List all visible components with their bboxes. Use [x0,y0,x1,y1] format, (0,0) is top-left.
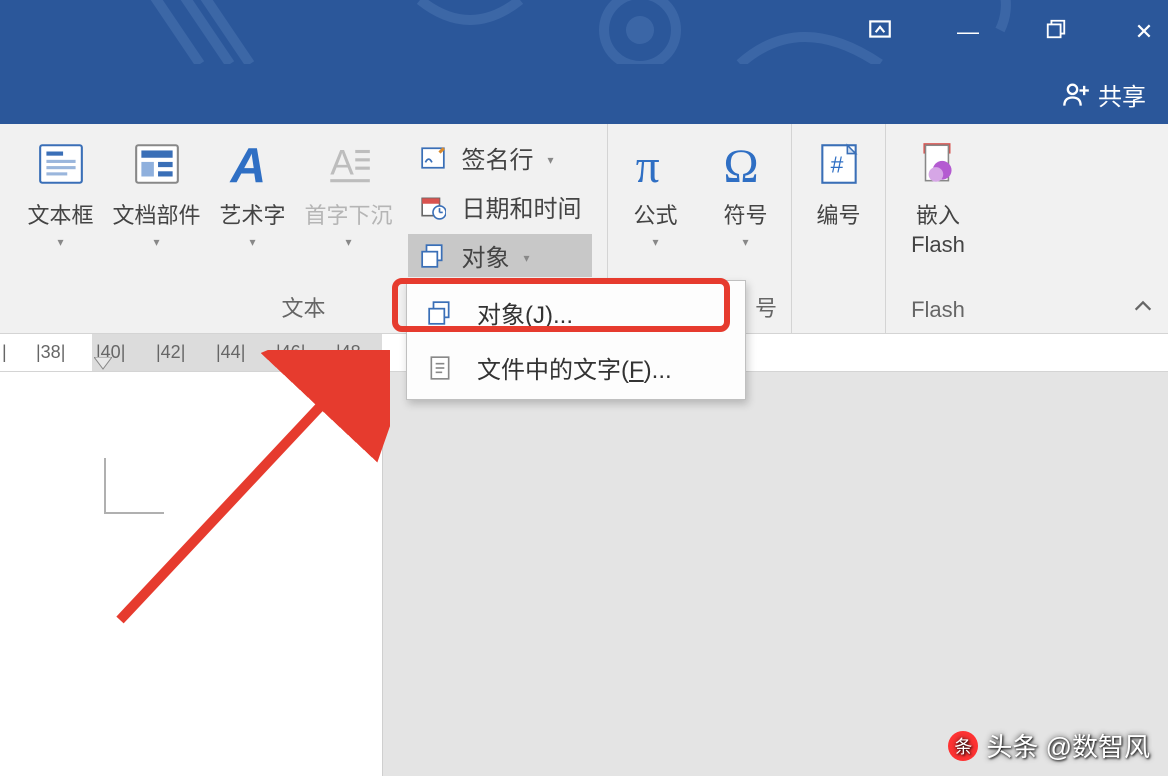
text-group-buttons: 文本框 ▾ 文档部件 ▾ A 艺术字 ▾ A [16,130,592,277]
ribbon-group-number: # 编号 [792,124,886,333]
dropcap-icon: A [321,136,377,192]
ruler-tick: |42| [156,342,216,363]
signature-icon [418,143,448,173]
menu-item-textfromfile-label: 文件中的文字(F)... [477,350,672,385]
svg-text:A: A [228,138,266,191]
flash-group-label: Flash [886,297,990,323]
signature-label: 签名行 [462,140,534,175]
svg-text:Ω: Ω [723,141,758,191]
share-icon [1062,80,1090,108]
number-icon: # [811,136,867,192]
ruler-tick: |38| [36,342,96,363]
object-icon [425,298,455,328]
menu-item-text-from-file[interactable]: 文件中的文字(F)... [407,340,745,395]
svg-text:#: # [830,151,843,177]
number-button[interactable]: # 编号 [799,130,879,231]
dropcap-button[interactable]: A 首字下沉 ▾ [304,130,394,277]
ribbon-display-options-button[interactable] [862,16,898,48]
svg-text:π: π [635,141,659,191]
dropdown-arrow-icon: ▾ [153,235,159,249]
minimize-button[interactable]: — [950,19,986,45]
number-label: 编号 [816,202,860,231]
flash-icon [910,136,966,192]
document-background [382,372,1168,776]
signature-line-button[interactable]: 签名行 ▾ [408,136,592,179]
chevron-up-icon [1132,295,1154,317]
dropdown-arrow-icon: ▾ [345,235,351,249]
dropdown-arrow-icon: ▾ [742,235,748,249]
equation-label: 公式 [633,202,677,231]
menu-item-object[interactable]: 对象(J)... [407,285,745,340]
dropdown-arrow-icon: ▾ [249,235,255,249]
object-label: 对象 [462,238,510,273]
text-from-file-icon [425,353,455,383]
workspace [0,372,1168,776]
datetime-button[interactable]: 日期和时间 [408,185,592,228]
quickparts-label: 文档部件 [112,202,200,231]
quickparts-icon [129,136,185,192]
title-bar: — ✕ [0,0,1168,64]
window-controls: — ✕ [862,0,1162,64]
share-bar: 共享 [0,64,1168,124]
datetime-icon [418,192,448,222]
dropdown-arrow-icon: ▾ [57,235,63,249]
textbox-button[interactable]: 文本框 ▾ [16,130,106,277]
watermark-text: 头条 @数智风 [986,727,1150,764]
share-label: 共享 [1098,77,1146,112]
flash-label-2: Flash [911,231,965,260]
ruler-tick: |46| [276,342,336,363]
ruler-tick: | [2,342,36,363]
document-page[interactable] [0,372,382,776]
close-button[interactable]: ✕ [1126,19,1162,45]
watermark-icon: 条 [948,731,978,761]
equation-icon: π [628,136,684,192]
watermark: 条 头条 @数智风 [948,727,1150,764]
equation-button[interactable]: π 公式 ▾ [613,130,699,249]
wordart-icon: A [225,136,281,192]
datetime-label: 日期和时间 [462,189,582,224]
ribbon-collapse-button[interactable] [1132,295,1154,323]
svg-text:A: A [330,142,354,182]
share-button[interactable]: 共享 [1062,77,1146,112]
wordart-button[interactable]: A 艺术字 ▾ [208,130,298,277]
quickparts-button[interactable]: 文档部件 ▾ [112,130,202,277]
dropdown-arrow-icon: ▾ [652,235,658,249]
symbol-label: 符号 [723,202,767,231]
textbox-icon [33,136,89,192]
insert-flash-button[interactable]: 嵌入 Flash [893,130,983,259]
restore-button[interactable] [1038,18,1074,46]
object-icon [418,241,448,271]
flash-label-1: 嵌入 [916,202,960,231]
textbox-label: 文本框 [27,202,93,231]
ribbon-group-flash: 嵌入 Flash Flash [886,124,990,333]
menu-item-object-label: 对象(J)... [477,295,573,330]
dropdown-arrow-icon: ▾ [548,153,554,167]
wordart-label: 艺术字 [219,202,285,231]
indent-marker-icon[interactable] [94,357,112,372]
object-button[interactable]: 对象 ▾ [408,234,592,277]
object-dropdown-menu: 对象(J)... 文件中的文字(F)... [406,280,746,400]
dropcap-label: 首字下沉 [304,202,392,231]
page-margin-corner [104,458,164,514]
symbol-icon: Ω [718,136,774,192]
dropdown-arrow-icon: ▾ [524,251,530,265]
symbol-button[interactable]: Ω 符号 ▾ [705,130,787,249]
ruler-tick: |44| [216,342,276,363]
text-group-stack: 签名行 ▾ 日期和时间 对象 ▾ [408,130,592,277]
ruler-tick: |48 [336,342,396,363]
